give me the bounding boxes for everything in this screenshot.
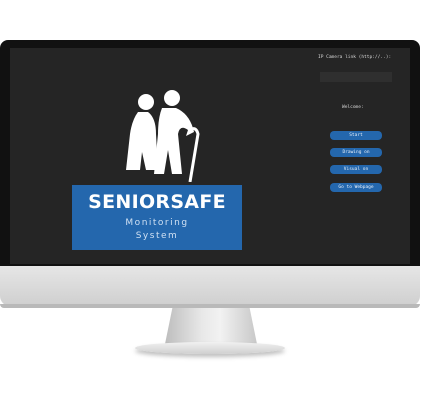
monitor-chin-edge — [0, 304, 420, 308]
visual-toggle-button[interactable]: Visual on — [330, 165, 382, 174]
go-to-webpage-button[interactable]: Go to Webpage — [330, 183, 382, 192]
welcome-text: Welcome: — [342, 105, 364, 110]
monitor-stand-base — [135, 342, 285, 354]
start-button[interactable]: Start — [330, 131, 382, 140]
camera-link-label: IP Camera link (http://..): — [318, 55, 392, 60]
drawing-toggle-button[interactable]: Drawing on — [330, 148, 382, 157]
logo-banner: SENIORSAFE Monitoring System — [72, 185, 242, 250]
logo-subtitle-line1: Monitoring — [125, 218, 189, 228]
monitor-chin — [0, 266, 420, 306]
logo-title: SENIORSAFE — [88, 191, 226, 213]
elderly-couple-icon — [126, 90, 200, 182]
camera-link-input[interactable] — [320, 72, 392, 82]
monitor-stand-neck — [165, 308, 257, 344]
logo-subtitle-line2: System — [135, 231, 179, 241]
